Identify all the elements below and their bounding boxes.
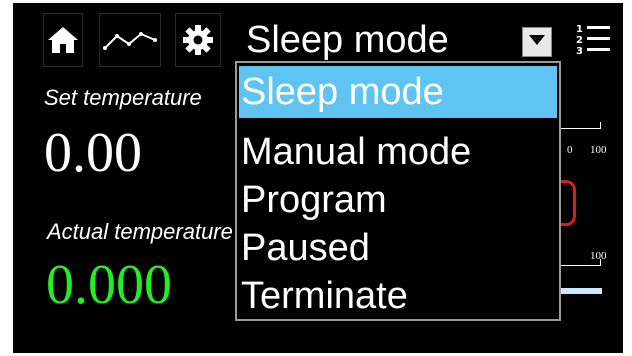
home-icon	[47, 25, 79, 55]
mode-option-terminate[interactable]: Terminate	[241, 275, 408, 318]
mode-dropdown-list: Sleep mode Manual mode Program Paused Te…	[235, 61, 561, 321]
mode-option-paused[interactable]: Paused	[241, 227, 370, 270]
lower-gauge-max-label: 100	[590, 250, 607, 262]
toolbar: Sleep mode 1 2 3	[13, 3, 623, 69]
svg-text:3: 3	[576, 46, 583, 57]
mode-select-value: Sleep mode	[246, 19, 449, 61]
actual-temperature-label: Actual temperature	[47, 219, 233, 244]
set-temperature-label: Set temperature	[44, 85, 202, 110]
mode-option-program[interactable]: Program	[241, 179, 387, 222]
trend-chart-icon	[102, 28, 158, 52]
program-list-button[interactable]: 1 2 3	[571, 13, 615, 67]
svg-text:2: 2	[576, 35, 583, 46]
upper-gauge-min-label: 0	[567, 144, 573, 156]
device-screen: Sleep mode 1 2 3 Set temperature 0.00 Ac…	[13, 3, 623, 353]
actual-temperature-value: 0.000	[46, 254, 172, 316]
dropdown-toggle-button[interactable]	[522, 27, 552, 57]
upper-gauge-max-label: 100	[590, 144, 607, 156]
home-button[interactable]	[43, 13, 83, 67]
upper-gauge-tick	[600, 122, 601, 129]
chevron-down-icon	[528, 33, 546, 51]
trend-button[interactable]	[99, 13, 161, 67]
set-temperature-value: 0.00	[44, 122, 142, 184]
mode-option-manual[interactable]: Manual mode	[241, 131, 471, 174]
gear-icon	[182, 24, 214, 56]
mode-select[interactable]: Sleep mode	[238, 13, 566, 65]
svg-text:1: 1	[576, 24, 583, 35]
numbered-list-icon: 1 2 3	[574, 22, 612, 58]
mode-option-sleep[interactable]: Sleep mode	[241, 71, 444, 114]
settings-button[interactable]	[175, 13, 221, 67]
